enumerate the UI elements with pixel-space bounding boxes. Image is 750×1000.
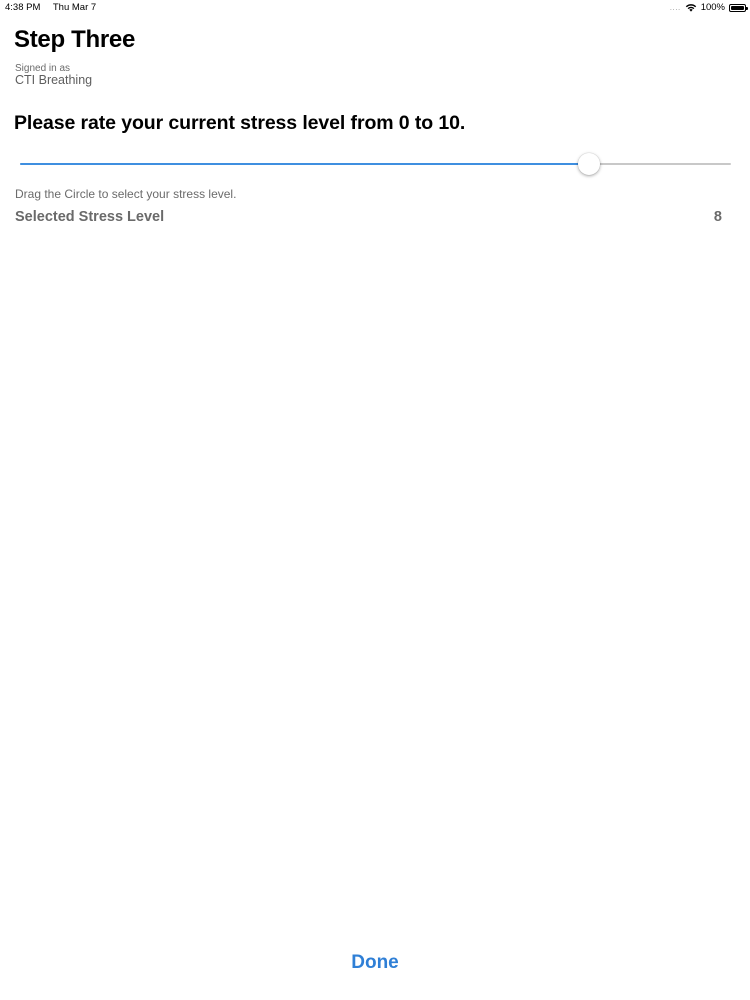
battery-icon xyxy=(729,3,748,12)
slider-fill xyxy=(20,163,589,165)
slider-hint: Drag the Circle to select your stress le… xyxy=(15,187,237,201)
stress-level-screen: 4:38 PM Thu Mar 7 .... 100% Step Three S… xyxy=(0,0,750,1000)
status-left: 4:38 PM Thu Mar 7 xyxy=(5,2,106,13)
stress-question: Please rate your current stress level fr… xyxy=(14,112,466,134)
done-button[interactable]: Done xyxy=(0,952,750,974)
status-bar: 4:38 PM Thu Mar 7 .... 100% xyxy=(0,0,750,16)
page-title: Step Three xyxy=(14,26,136,53)
status-date: Thu Mar 7 xyxy=(52,2,97,13)
status-time: 4:38 PM xyxy=(5,2,41,13)
battery-percent: 100% xyxy=(700,2,725,13)
wifi-icon xyxy=(685,3,697,12)
status-right: .... 100% xyxy=(669,2,748,13)
stress-slider[interactable] xyxy=(20,152,731,176)
selected-level-value: 8 xyxy=(713,209,722,225)
signal-indicator: .... xyxy=(669,3,681,12)
slider-thumb[interactable] xyxy=(577,153,600,175)
signed-in-user: CTI Breathing xyxy=(15,73,93,87)
selected-level-label: Selected Stress Level xyxy=(15,209,165,225)
